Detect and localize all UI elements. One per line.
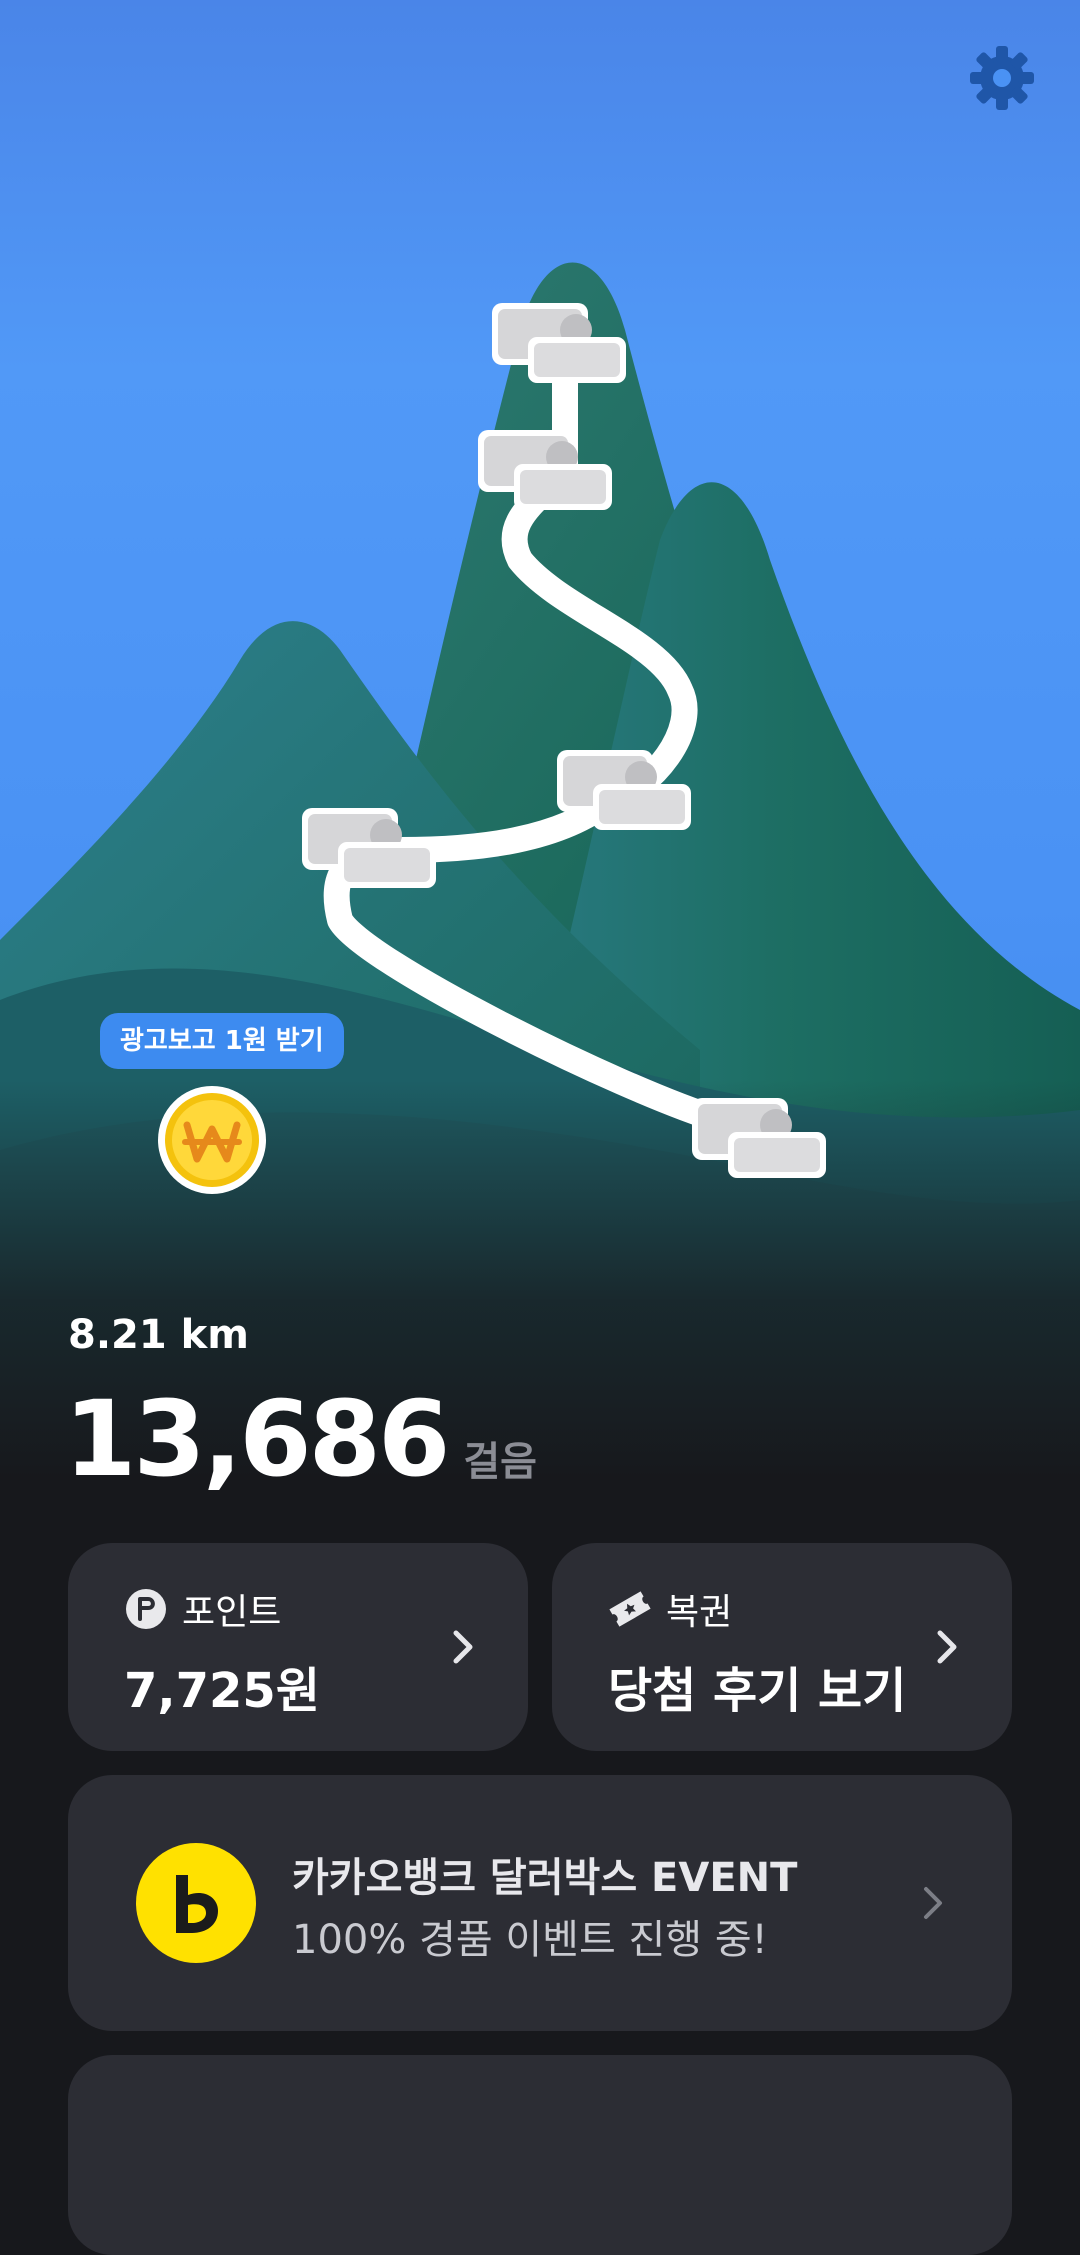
won-coin-icon (158, 1086, 266, 1194)
points-label-row: 포인트 (124, 1583, 281, 1635)
points-value: 7,725원 (124, 1663, 320, 1719)
steps-counter: 13,686 걸음 (64, 1378, 537, 1500)
chevron-right-icon (453, 1630, 473, 1664)
chevron-right-icon (937, 1630, 957, 1664)
ad-reward-coin[interactable] (157, 1085, 267, 1195)
points-label: 포인트 (182, 1592, 282, 1633)
steps-value: 13,686 (64, 1378, 450, 1500)
ad-reward-button[interactable]: 광고보고 1원 받기 (100, 1013, 344, 1069)
points-card[interactable]: 포인트 7,725원 (68, 1543, 528, 1751)
settings-button[interactable] (968, 44, 1036, 112)
mountain-map (0, 0, 1080, 1480)
mountain-illustration (0, 0, 1080, 1480)
point-p-icon (124, 1587, 168, 1631)
next-card[interactable] (68, 2055, 1012, 2255)
lottery-label: 복권 (666, 1592, 733, 1633)
kakaobank-logo-icon (136, 1843, 256, 1963)
event-title: 카카오뱅크 달러박스 EVENT (292, 1855, 798, 1901)
gear-icon (970, 46, 1034, 110)
lottery-card[interactable]: 복권 당첨 후기 보기 (552, 1543, 1012, 1751)
ticket-icon (608, 1587, 652, 1631)
steps-unit: 걸음 (463, 1439, 537, 1485)
event-subtitle: 100% 경품 이벤트 진행 중! (292, 1917, 768, 1963)
event-banner[interactable]: 카카오뱅크 달러박스 EVENT 100% 경품 이벤트 진행 중! (68, 1775, 1012, 2031)
distance-text: 8.21 km (68, 1312, 249, 1358)
lottery-value: 당첨 후기 보기 (608, 1663, 907, 1719)
chevron-right-icon (924, 1887, 942, 1919)
lottery-label-row: 복권 (608, 1583, 732, 1635)
